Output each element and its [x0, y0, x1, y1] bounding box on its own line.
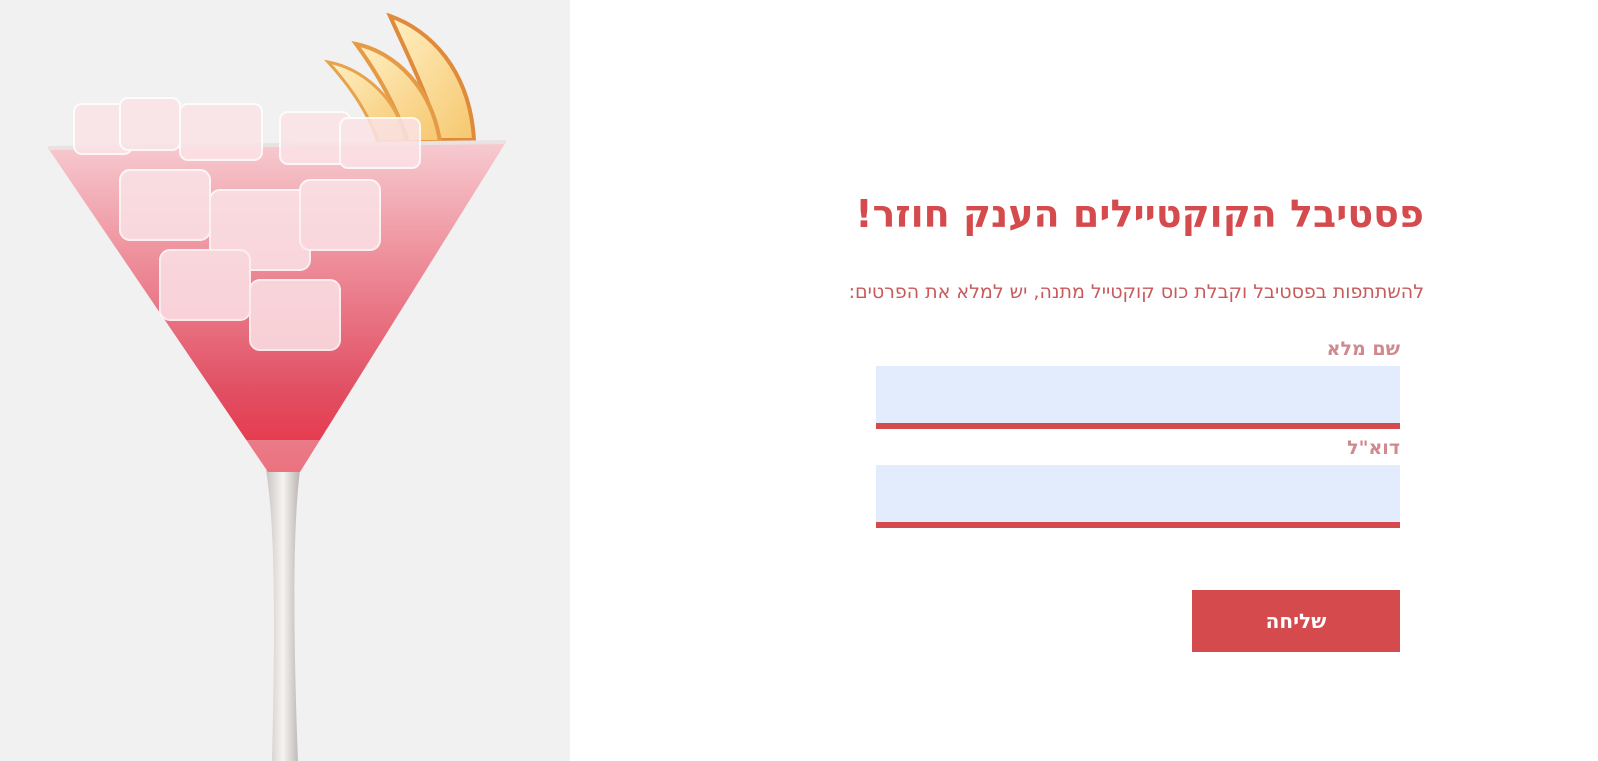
cocktail-glass-photo	[47, 12, 507, 761]
submit-button[interactable]: שליחה	[1192, 590, 1400, 652]
page: פסטיבל הקוקטיילים הענק חוזר! להשתתפות בפ…	[0, 0, 1598, 761]
signup-form: שם מלא דוא"ל	[876, 338, 1400, 536]
email-label: דוא"ל	[1347, 437, 1400, 459]
full-name-label: שם מלא	[1326, 338, 1400, 360]
full-name-field[interactable]	[876, 366, 1400, 429]
page-title: פסטיבל הקוקטיילים הענק חוזר!	[855, 192, 1424, 236]
email-field[interactable]	[876, 465, 1400, 528]
cocktail-image-panel	[0, 0, 570, 761]
signup-content: פסטיבל הקוקטיילים הענק חוזר! להשתתפות בפ…	[570, 0, 1598, 761]
form-instructions: להשתתפות בפסטיבל וקבלת כוס קוקטייל מתנה,…	[848, 281, 1424, 303]
